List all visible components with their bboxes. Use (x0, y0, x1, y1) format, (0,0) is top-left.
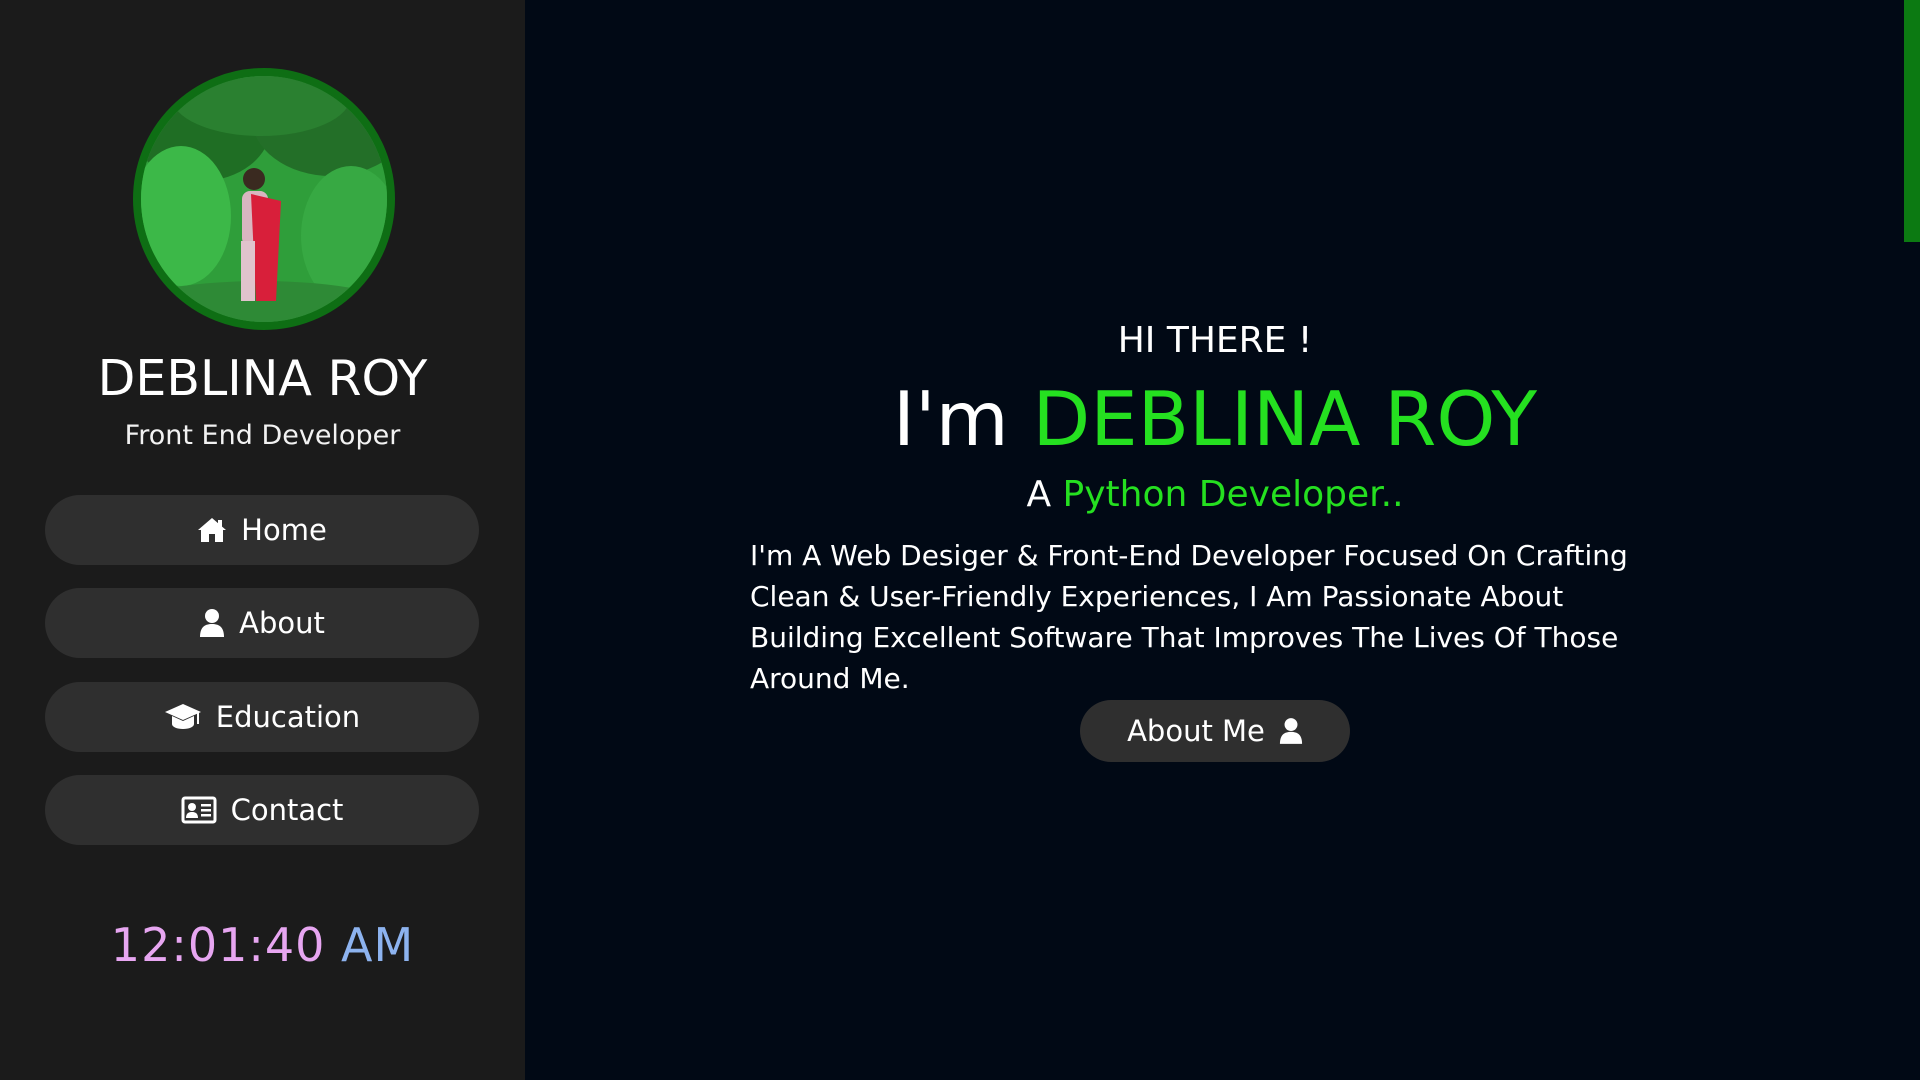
hero-greeting: HI THERE ! (1117, 320, 1313, 361)
graduation-cap-icon (164, 703, 202, 731)
hero-description: I'm A Web Desiger & Front-End Developer … (750, 539, 1628, 695)
nav-education-button[interactable]: Education (45, 682, 479, 752)
nav-home-label: Home (241, 513, 327, 547)
sidebar-name: DEBLINA ROY (97, 350, 428, 407)
scrollbar-thumb[interactable] (1904, 0, 1920, 242)
portfolio-page: DEBLINA ROY Front End Developer Home Abo… (0, 0, 1920, 1080)
hero-intro-prefix: I'm (892, 375, 1033, 463)
sidebar-role: Front End Developer (124, 420, 401, 451)
hero-typed-role: Python Developer.. (1062, 474, 1404, 515)
profile-avatar (133, 68, 395, 330)
about-me-label: About Me (1127, 714, 1265, 748)
hero-section: HI THERE ! I'm DEBLINA ROY A Python Deve… (525, 0, 1920, 1080)
nav-education-label: Education (215, 700, 361, 734)
user-icon (199, 608, 225, 638)
contact-card-icon (181, 796, 217, 824)
clock-ampm: AM (341, 918, 415, 972)
nav-about-label: About (239, 606, 325, 640)
sidebar: DEBLINA ROY Front End Developer Home Abo… (0, 0, 525, 1080)
about-me-button[interactable]: About Me (1080, 700, 1350, 762)
digital-clock: 12:01:40 AM (0, 918, 525, 972)
hero-headline: I'm DEBLINA ROY (525, 375, 1905, 463)
nav-about-button[interactable]: About (45, 588, 479, 658)
home-icon (197, 517, 227, 543)
nav-home-button[interactable]: Home (45, 495, 479, 565)
nav-contact-label: Contact (230, 793, 344, 827)
user-icon (1279, 717, 1303, 745)
hero-name: DEBLINA ROY (1032, 375, 1538, 463)
clock-time: 12:01:40 (110, 918, 326, 972)
hero-subtitle: A Python Developer.. (525, 474, 1905, 515)
nav-contact-button[interactable]: Contact (45, 775, 479, 845)
hero-sub-prefix: A (1026, 474, 1063, 515)
